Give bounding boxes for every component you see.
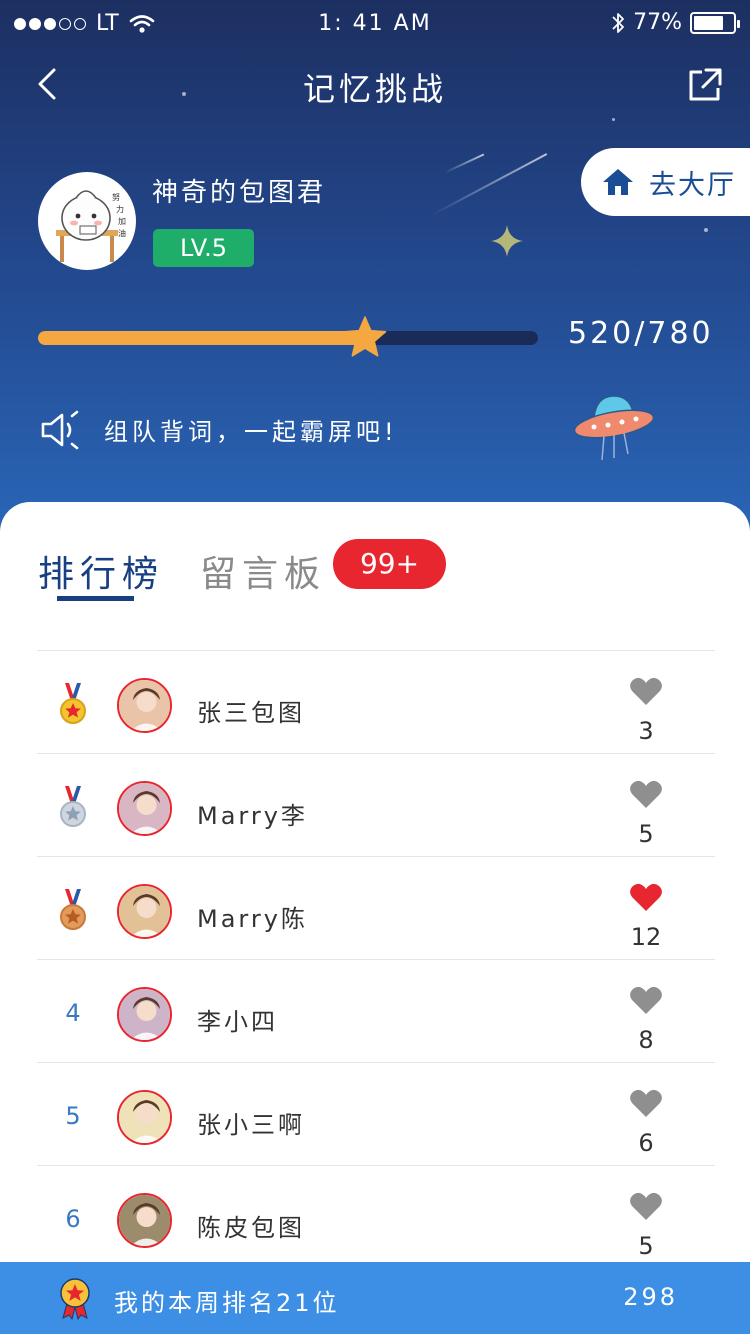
tab-leaderboard[interactable]: 排行榜 — [38, 545, 164, 597]
table-row[interactable]: Marry李 5 — [37, 753, 715, 856]
table-row[interactable]: 张三包图 3 — [37, 650, 715, 753]
home-icon — [603, 169, 633, 195]
avatar-photo — [119, 783, 170, 834]
shooting-star — [431, 153, 548, 216]
avatar-photo — [119, 989, 170, 1040]
tab-message-board[interactable]: 留言板 — [200, 545, 326, 597]
go-to-hall-button[interactable]: 去大厅 — [581, 148, 750, 216]
avatar[interactable] — [117, 1193, 172, 1248]
table-row[interactable]: Marry陈 12 — [37, 856, 715, 959]
leaderboard-list: 张三包图 3 Marry李 5 Marry陈 12 4 李小四 8 5 张小三啊… — [37, 650, 715, 1268]
announcement-text: 组队背词，一起霸屏吧! — [104, 418, 398, 446]
header-section: LT 1: 41 AM 77% 记忆挑战 努 力 加 油 神奇的包图君 LV.5… — [0, 0, 750, 540]
speaker-icon — [41, 410, 79, 450]
ufo-icon — [573, 395, 655, 461]
gold-medal-icon — [51, 681, 95, 727]
battery-percent: 77% — [633, 10, 682, 35]
heart-icon[interactable] — [629, 779, 663, 809]
heart-icon[interactable] — [629, 1191, 663, 1221]
status-bar: LT 1: 41 AM 77% — [0, 0, 750, 48]
mascot-avatar: 努 力 加 油 — [56, 190, 126, 262]
like-count: 5 — [638, 820, 654, 848]
rank-number: 4 — [65, 999, 81, 1027]
sky-dot — [612, 118, 615, 121]
username: 神奇的包图君 — [152, 178, 327, 208]
go-to-hall-label: 去大厅 — [649, 169, 736, 201]
level-badge: LV.5 — [153, 229, 254, 267]
medal-icon — [60, 889, 86, 930]
bronze-medal-icon — [51, 887, 95, 933]
avatar-photo — [119, 886, 170, 937]
player-name: 李小四 — [197, 1008, 278, 1036]
heart-icon[interactable] — [629, 985, 663, 1015]
player-name: 陈皮包图 — [197, 1214, 305, 1242]
player-name: Marry李 — [197, 802, 308, 830]
page-title: 记忆挑战 — [302, 70, 447, 108]
rank-number: 6 — [65, 1205, 81, 1233]
shooting-star — [443, 153, 485, 174]
svg-text:努: 努 — [112, 192, 120, 202]
progress-text: 520/780 — [568, 316, 714, 351]
heart-filled-icon[interactable] — [629, 882, 663, 912]
like-count: 3 — [638, 717, 654, 745]
medal-icon — [60, 683, 86, 724]
medal-icon — [60, 786, 86, 827]
svg-text:力: 力 — [116, 204, 124, 214]
svg-text:油: 油 — [118, 228, 126, 238]
avatar[interactable] — [117, 1090, 172, 1145]
table-row[interactable]: 5 张小三啊 6 — [37, 1062, 715, 1165]
my-rank-text: 我的本周排名21位 — [114, 1289, 340, 1317]
like-count: 6 — [638, 1129, 654, 1157]
player-name: 张小三啊 — [197, 1111, 305, 1139]
user-avatar[interactable]: 努 力 加 油 — [38, 172, 136, 270]
avatar[interactable] — [117, 781, 172, 836]
svg-text:加: 加 — [118, 216, 126, 226]
silver-medal-icon — [51, 784, 95, 830]
bluetooth-icon — [612, 12, 624, 33]
table-row[interactable]: 6 陈皮包图 5 — [37, 1165, 715, 1268]
battery-icon — [690, 11, 740, 34]
active-tab-indicator — [57, 596, 134, 601]
avatar[interactable] — [117, 987, 172, 1042]
rank-number: 5 — [65, 1102, 81, 1130]
award-medal-icon — [60, 1278, 90, 1320]
heart-icon[interactable] — [629, 676, 663, 706]
like-count: 5 — [638, 1232, 654, 1260]
avatar[interactable] — [117, 884, 172, 939]
avatar-photo — [119, 1195, 170, 1246]
my-rank-bar[interactable]: 我的本周排名21位 298 — [0, 1262, 750, 1334]
table-row[interactable]: 4 李小四 8 — [37, 959, 715, 1062]
heart-icon[interactable] — [629, 1088, 663, 1118]
avatar-photo — [119, 680, 170, 731]
share-icon[interactable] — [686, 66, 724, 104]
message-count-badge: 99+ — [333, 539, 446, 589]
like-count: 12 — [630, 923, 662, 951]
progress-fill — [38, 331, 372, 345]
player-name: Marry陈 — [197, 905, 308, 933]
star-icon — [343, 316, 387, 357]
sky-dot — [704, 228, 708, 232]
my-score: 298 — [623, 1283, 678, 1311]
progress-track — [38, 331, 538, 345]
like-count: 8 — [638, 1026, 654, 1054]
player-name: 张三包图 — [197, 699, 305, 727]
avatar[interactable] — [117, 678, 172, 733]
sparkle-icon — [491, 225, 523, 257]
avatar-photo — [119, 1092, 170, 1143]
